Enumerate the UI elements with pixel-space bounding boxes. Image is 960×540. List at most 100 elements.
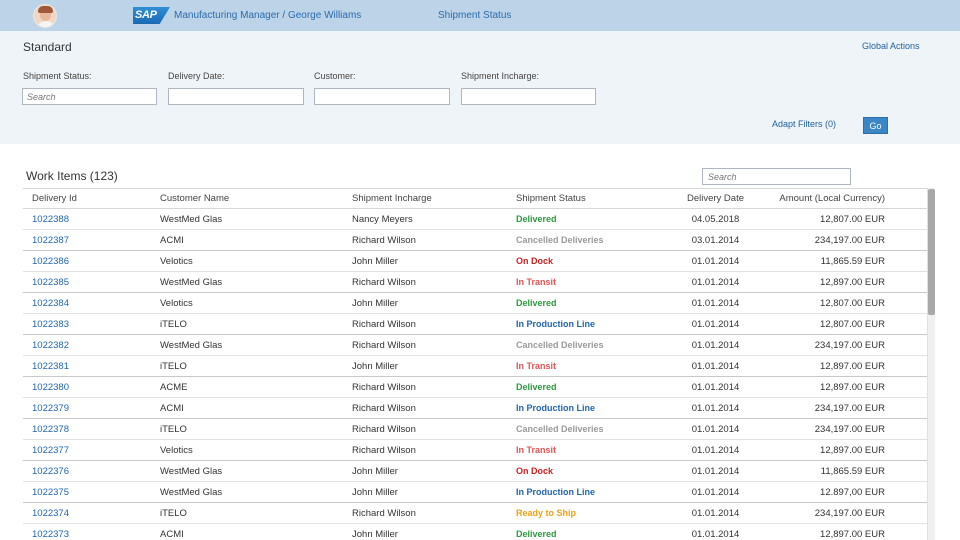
customer-name-cell: Velotics [160, 297, 193, 309]
shipment-status-cell: In Transit [516, 361, 557, 371]
work-items-table: Delivery Id Customer Name Shipment Incha… [23, 188, 927, 540]
shipment-incharge-input[interactable] [461, 88, 596, 105]
table-row[interactable]: 1022387 ACMI Richard Wilson Cancelled Deliv… [23, 230, 927, 251]
delivery-id-link[interactable]: 1022387 [23, 235, 151, 246]
table-row[interactable]: 1022374 iTELO Richard Wilson Ready to Ship 0… [23, 503, 927, 524]
table-row[interactable]: 1022385 WestMed Glas Richard Wilson In Tran… [23, 272, 927, 293]
amount-cell: 12,897.00 EUR [820, 528, 885, 540]
amount-cell: 234,197.00 EUR [814, 402, 885, 414]
delivery-date-cell: 01.01.2014 [691, 528, 740, 540]
delivery-id-link[interactable]: 1022377 [23, 445, 151, 456]
customer-name-cell: Velotics [160, 255, 193, 267]
table-row[interactable]: 1022376 WestMed Glas John Miller On Dock 01.… [23, 461, 927, 482]
table-row[interactable]: 1022386 Velotics John Miller On Dock 01.01.2… [23, 251, 927, 272]
filter-label-shipment-status: Shipment Status: [23, 71, 92, 81]
amount-cell: 12,807.00 EUR [820, 213, 885, 225]
shipment-incharge-cell: Richard Wilson [352, 507, 416, 519]
column-header-shipment-incharge[interactable]: Shipment Incharge [343, 193, 507, 204]
avatar-shoulders [36, 21, 56, 27]
amount-cell: 12,897.00 EUR [820, 360, 885, 372]
delivery-id-link[interactable]: 1022381 [23, 361, 151, 372]
delivery-id-link[interactable]: 1022374 [23, 508, 151, 519]
table-row[interactable]: 1022383 iTELO Richard Wilson In Production … [23, 314, 927, 335]
table-row[interactable]: 1022377 Velotics Richard Wilson In Transit 0… [23, 440, 927, 461]
customer-name-cell: iTELO [160, 318, 187, 330]
shipment-incharge-cell: Richard Wilson [352, 318, 416, 330]
delivery-id-link[interactable]: 1022384 [23, 298, 151, 309]
shipment-status-cell: Cancelled Deliveries [516, 424, 604, 434]
shipment-status-input[interactable] [22, 88, 157, 105]
customer-name-cell: WestMed Glas [160, 213, 223, 225]
table-row[interactable]: 1022373 ACMI John Miller Delivered 01.01.201… [23, 524, 927, 540]
shipment-status-cell: In Transit [516, 277, 557, 287]
delivery-id-link[interactable]: 1022378 [23, 424, 151, 435]
delivery-id-link[interactable]: 1022383 [23, 319, 151, 330]
global-actions-link[interactable]: Global Actions [862, 41, 920, 51]
table-row[interactable]: 1022381 iTELO John Miller In Transit 01.01.2… [23, 356, 927, 377]
delivery-id-link[interactable]: 1022388 [23, 214, 151, 225]
shipment-incharge-cell: John Miller [352, 360, 398, 372]
app-title[interactable]: Manufacturing Manager / George Williams [174, 10, 361, 21]
delivery-id-link[interactable]: 1022382 [23, 340, 151, 351]
shipment-status-cell: In Production Line [516, 319, 595, 329]
table-row[interactable]: 1022379 ACMI Richard Wilson In Production L… [23, 398, 927, 419]
filter-label-delivery-date: Delivery Date: [168, 71, 225, 81]
amount-cell: 11,865.59 EUR [820, 465, 885, 477]
delivery-date-cell: 01.01.2014 [691, 276, 740, 288]
column-header-delivery-date[interactable]: Delivery Date [647, 193, 775, 204]
column-header-delivery-id[interactable]: Delivery Id [23, 193, 151, 204]
shipment-incharge-cell: John Miller [352, 255, 398, 267]
go-button[interactable]: Go [863, 117, 888, 134]
shipment-status-cell: Ready to Ship [516, 508, 577, 518]
delivery-id-link[interactable]: 1022386 [23, 256, 151, 267]
amount-cell: 234,197.00 EUR [814, 339, 885, 351]
shipment-incharge-cell: Richard Wilson [352, 276, 416, 288]
delivery-date-cell: 01.01.2014 [691, 486, 740, 498]
delivery-date-cell: 03.01.2014 [691, 234, 740, 246]
delivery-id-link[interactable]: 1022376 [23, 466, 151, 477]
shipment-incharge-cell: Richard Wilson [352, 234, 416, 246]
sap-logo: SAP [133, 7, 170, 24]
delivery-id-link[interactable]: 1022385 [23, 277, 151, 288]
shipment-incharge-cell: Richard Wilson [352, 444, 416, 456]
column-header-amount[interactable]: Amount (Local Currency) [775, 193, 927, 204]
customer-name-cell: iTELO [160, 507, 187, 519]
shipment-incharge-cell: Nancy Meyers [352, 213, 413, 225]
delivery-date-cell: 01.01.2014 [691, 381, 740, 393]
customer-name-cell: WestMed Glas [160, 339, 223, 351]
column-header-customer-name[interactable]: Customer Name [151, 193, 343, 204]
shipment-incharge-cell: John Miller [352, 465, 398, 477]
customer-name-cell: ACME [160, 381, 188, 393]
amount-cell: 12.897,00 EUR [820, 486, 885, 498]
user-avatar[interactable] [33, 4, 57, 28]
variant-selector[interactable]: Standard [23, 40, 72, 54]
customer-name-cell: WestMed Glas [160, 276, 223, 288]
shipment-status-cell: On Dock [516, 466, 554, 476]
table-row[interactable]: 1022380 ACME Richard Wilson Delivered 01.01.… [23, 377, 927, 398]
customer-input[interactable] [314, 88, 450, 105]
shipment-incharge-cell: John Miller [352, 297, 398, 309]
table-row[interactable]: 1022378 iTELO Richard Wilson Cancelled Deli… [23, 419, 927, 440]
delivery-date-cell: 01.01.2014 [691, 465, 740, 477]
customer-name-cell: Velotics [160, 444, 193, 456]
shipment-status-cell: In Production Line [516, 487, 595, 497]
adapt-filters-link[interactable]: Adapt Filters (0) [772, 119, 836, 129]
table-row[interactable]: 1022388 WestMed Glas Nancy Meyers Delivered… [23, 209, 927, 230]
delivery-date-cell: 04.05.2018 [691, 213, 740, 225]
delivery-id-link[interactable]: 1022373 [23, 529, 151, 540]
table-row[interactable]: 1022384 Velotics John Miller Delivered 01.01… [23, 293, 927, 314]
table-row[interactable]: 1022382 WestMed Glas Richard Wilson Cancell… [23, 335, 927, 356]
table-row[interactable]: 1022375 WestMed Glas John Miller In Product… [23, 482, 927, 503]
delivery-date-cell: 01.01.2014 [691, 402, 740, 414]
table-search-input[interactable] [702, 168, 851, 185]
scrollbar-thumb[interactable] [928, 189, 935, 315]
delivery-id-link[interactable]: 1022375 [23, 487, 151, 498]
delivery-date-input[interactable] [168, 88, 304, 105]
amount-cell: 12,807.00 EUR [820, 318, 885, 330]
delivery-id-link[interactable]: 1022379 [23, 403, 151, 414]
delivery-date-cell: 01.01.2014 [691, 423, 740, 435]
filter-label-customer: Customer: [314, 71, 356, 81]
delivery-date-cell: 01.01.2014 [691, 360, 740, 372]
delivery-id-link[interactable]: 1022380 [23, 382, 151, 393]
column-header-shipment-status[interactable]: Shipment Status [507, 193, 647, 204]
